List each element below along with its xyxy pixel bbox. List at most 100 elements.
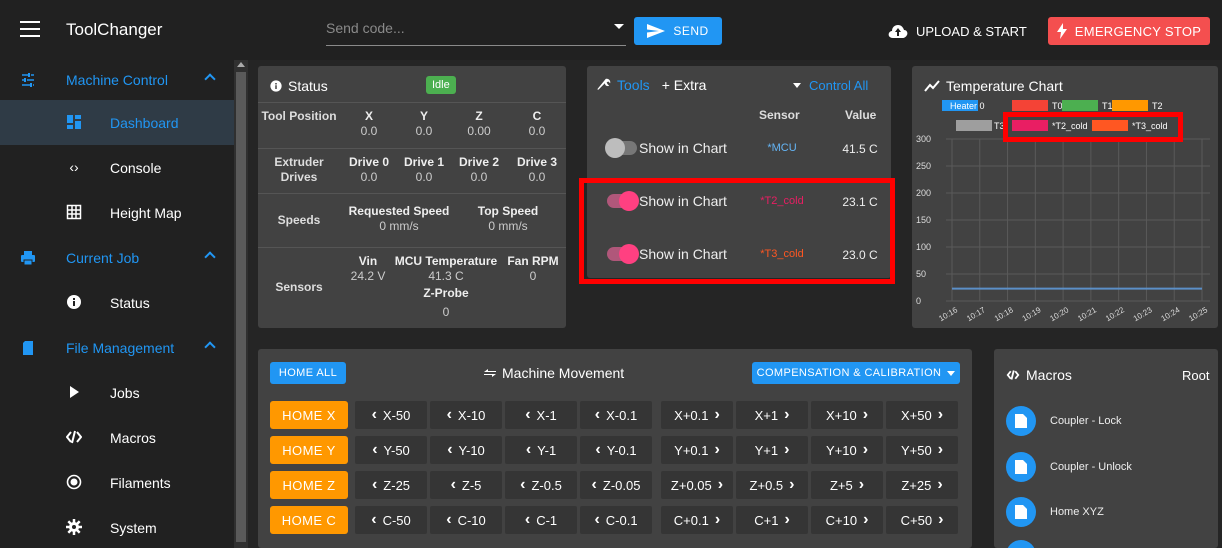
- home-c-button[interactable]: HOME C: [270, 506, 348, 534]
- jog-button[interactable]: ‹ C-0.1: [580, 506, 652, 534]
- jog-label: Z-0.5: [531, 477, 562, 493]
- emergency-stop-button[interactable]: EMERGENCY STOP: [1048, 17, 1210, 45]
- macro-item[interactable]: Coupler - Lock: [1006, 406, 1122, 436]
- control-all-dropdown[interactable]: Control All: [793, 78, 868, 93]
- home-y-button[interactable]: HOME Y: [270, 436, 348, 464]
- sidebar-item-console[interactable]: ‹› Console: [0, 145, 234, 190]
- jog-button[interactable]: ‹ Z-5: [430, 471, 502, 499]
- nav-group-current-job[interactable]: Current Job: [0, 238, 234, 278]
- scroll-up-icon[interactable]: [237, 62, 245, 67]
- sd-card-icon: [23, 341, 33, 355]
- legend-swatch: [1012, 120, 1048, 131]
- file-icon: [1006, 452, 1036, 482]
- sidebar-item-dashboard[interactable]: Dashboard: [0, 100, 234, 145]
- macro-item[interactable]: Coupler - Unlock: [1006, 452, 1132, 482]
- info-icon: [270, 80, 282, 92]
- jog-button[interactable]: ‹ Y-1: [505, 436, 577, 464]
- jog-button[interactable]: X+50 ›: [886, 401, 958, 429]
- code-input[interactable]: [326, 20, 606, 36]
- jog-button[interactable]: ‹ X-1: [505, 401, 577, 429]
- jog-button[interactable]: ‹ Z-0.5: [505, 471, 577, 499]
- jog-button[interactable]: ‹ X-0.1: [580, 401, 652, 429]
- nav-group-machine-control[interactable]: Machine Control: [0, 60, 234, 100]
- jog-button[interactable]: ‹ Z-25: [355, 471, 427, 499]
- jog-button[interactable]: C+0.1 ›: [661, 506, 733, 534]
- jog-button[interactable]: ‹ Z-0.05: [580, 471, 652, 499]
- show-in-chart-toggle[interactable]: [607, 191, 639, 211]
- chevron-down-icon[interactable]: [614, 24, 624, 29]
- app-title: ToolChanger: [66, 20, 163, 39]
- home-x-button[interactable]: HOME X: [270, 401, 348, 429]
- legend-swatch: [1112, 100, 1148, 111]
- chevron-up-icon: [204, 73, 216, 85]
- show-in-chart-toggle[interactable]: [605, 138, 637, 158]
- sidebar-item-jobs[interactable]: Jobs: [0, 370, 234, 415]
- upload-label: UPLOAD & START: [916, 23, 1027, 39]
- jog-button[interactable]: ‹ Y-50: [355, 436, 427, 464]
- menu-icon[interactable]: [20, 21, 40, 39]
- jog-button[interactable]: C+1 ›: [736, 506, 808, 534]
- machine-movement-label: Machine Movement: [502, 365, 625, 381]
- jog-button[interactable]: ‹ X-10: [430, 401, 502, 429]
- sidebar-item-status[interactable]: Status: [0, 280, 234, 325]
- scrollbar-thumb[interactable]: [236, 72, 246, 542]
- macro-item[interactable]: Home XYZ: [1006, 497, 1104, 527]
- sidebar-item-filaments[interactable]: Filaments: [0, 460, 234, 505]
- home-all-button[interactable]: HOME ALL: [270, 362, 346, 384]
- sidebar-item-height-map[interactable]: Height Map: [0, 190, 234, 235]
- show-in-chart-toggle[interactable]: [607, 244, 639, 264]
- nav-group-file-management[interactable]: File Management: [0, 328, 234, 368]
- jog-button[interactable]: X+0.1 ›: [661, 401, 733, 429]
- jog-button[interactable]: ‹ C-1: [505, 506, 577, 534]
- sensor-row-t2-cold: Show in Chart *T2_cold 23.1 C: [587, 181, 891, 221]
- jog-label: C-50: [382, 512, 411, 528]
- upload-start-button[interactable]: UPLOAD & START: [880, 17, 1030, 45]
- scrollbar[interactable]: [234, 60, 248, 548]
- jog-button[interactable]: Y+1 ›: [736, 436, 808, 464]
- show-in-chart-label: Show in Chart: [639, 193, 727, 209]
- jog-button[interactable]: Z+5 ›: [811, 471, 883, 499]
- sidebar-item-label: Dashboard: [110, 114, 179, 131]
- jog-button[interactable]: Y+0.1 ›: [661, 436, 733, 464]
- legend-label: T1: [1102, 101, 1113, 111]
- top-speed: Top Speed 0 mm/s: [477, 204, 539, 233]
- radio-icon: [66, 474, 82, 490]
- y-tick-label: 150: [916, 215, 931, 225]
- sensor-value: 41.5 C: [842, 142, 878, 156]
- home-z-button[interactable]: HOME Z: [270, 471, 348, 499]
- jog-button[interactable]: ‹ C-10: [430, 506, 502, 534]
- jog-button[interactable]: C+10 ›: [811, 506, 883, 534]
- macros-root-breadcrumb[interactable]: Root: [1182, 368, 1209, 383]
- tab-tools[interactable]: Tools: [617, 77, 650, 93]
- jog-button[interactable]: X+10 ›: [811, 401, 883, 429]
- jog-button[interactable]: Z+0.5 ›: [736, 471, 808, 499]
- jog-button[interactable]: Z+0.05 ›: [661, 471, 733, 499]
- machine-movement-card: HOME ALL Machine Movement COMPENSATION &…: [258, 349, 972, 548]
- chevron-right-icon: ›: [937, 476, 943, 493]
- sliders-icon: [22, 73, 34, 87]
- sensor-name: *MCU: [767, 142, 797, 154]
- x-tick-label: 10:17: [965, 305, 987, 323]
- axis-z: Z 0.00: [467, 109, 491, 138]
- jog-label: X+10: [825, 407, 857, 423]
- jog-button[interactable]: ‹ Y-10: [430, 436, 502, 464]
- jog-button[interactable]: X+1 ›: [736, 401, 808, 429]
- jog-button[interactable]: Y+10 ›: [811, 436, 883, 464]
- jog-label: C+50: [900, 512, 933, 528]
- jog-button[interactable]: C+50 ›: [886, 506, 958, 534]
- sidebar-item-system[interactable]: System: [0, 505, 234, 548]
- chevron-left-icon: ‹: [594, 511, 600, 528]
- jog-button[interactable]: ‹ Y-0.1: [580, 436, 652, 464]
- send-button[interactable]: SEND: [634, 17, 722, 45]
- jog-button[interactable]: ‹ X-50: [355, 401, 427, 429]
- jog-label: Y-0.1: [606, 442, 637, 458]
- jog-button[interactable]: Y+50 ›: [886, 436, 958, 464]
- sidebar-item-macros[interactable]: Macros: [0, 415, 234, 460]
- chevron-left-icon: ‹: [524, 511, 531, 528]
- tab-extra[interactable]: + Extra: [662, 77, 707, 93]
- jog-button[interactable]: Z+25 ›: [886, 471, 958, 499]
- chevron-left-icon: ‹: [446, 511, 452, 528]
- compensation-calibration-button[interactable]: COMPENSATION & CALIBRATION: [752, 362, 960, 384]
- sidebar-item-label: System: [110, 519, 157, 536]
- jog-button[interactable]: ‹ C-50: [355, 506, 427, 534]
